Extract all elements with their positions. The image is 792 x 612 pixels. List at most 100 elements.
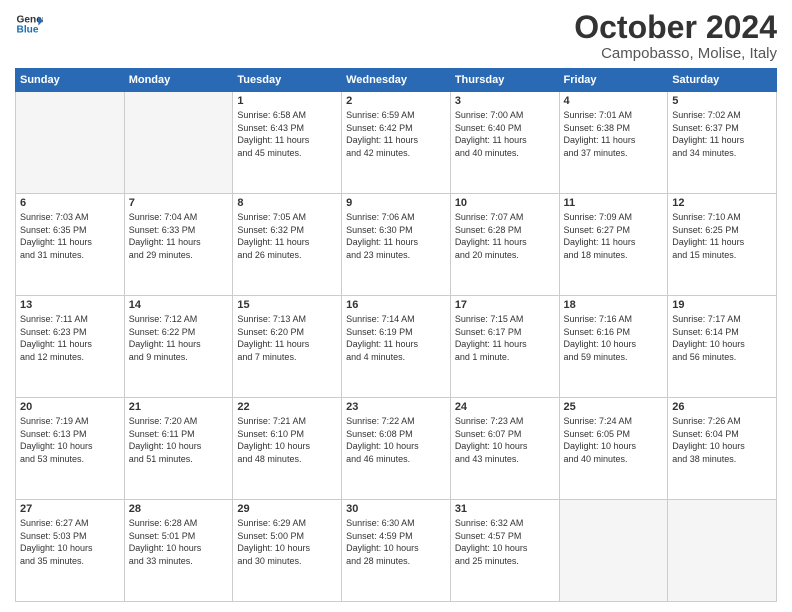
week-row-4: 27Sunrise: 6:27 AMSunset: 5:03 PMDayligh…	[16, 500, 777, 602]
day-number: 30	[346, 503, 446, 515]
day-cell: 12 Sunrise: 7:10 AMSunset: 6:25 PMDayligh…	[668, 194, 777, 296]
day-cell: 26 Sunrise: 7:26 AMSunset: 6:04 PMDayligh…	[668, 398, 777, 500]
day-info: Sunrise: 7:04 AMSunset: 6:33 PMDaylight:…	[129, 211, 229, 261]
day-info: Sunrise: 7:26 AMSunset: 6:04 PMDaylight:…	[672, 415, 772, 465]
calendar-table: Sunday Monday Tuesday Wednesday Thursday…	[15, 68, 777, 602]
title-area: October 2024 Campobasso, Molise, Italy	[574, 10, 777, 62]
day-number: 7	[129, 197, 229, 209]
day-number: 21	[129, 401, 229, 413]
day-info: Sunrise: 7:05 AMSunset: 6:32 PMDaylight:…	[237, 211, 337, 261]
day-cell: 5 Sunrise: 7:02 AMSunset: 6:37 PMDaylight…	[668, 92, 777, 194]
day-info: Sunrise: 7:19 AMSunset: 6:13 PMDaylight:…	[20, 415, 120, 465]
day-info: Sunrise: 7:11 AMSunset: 6:23 PMDaylight:…	[20, 313, 120, 363]
day-cell: 31 Sunrise: 6:32 AMSunset: 4:57 PMDayligh…	[450, 500, 559, 602]
day-number: 20	[20, 401, 120, 413]
day-number: 22	[237, 401, 337, 413]
day-cell: 19 Sunrise: 7:17 AMSunset: 6:14 PMDayligh…	[668, 296, 777, 398]
header: General Blue October 2024 Campobasso, Mo…	[15, 10, 777, 62]
svg-text:Blue: Blue	[17, 25, 39, 36]
col-tuesday: Tuesday	[233, 69, 342, 92]
day-info: Sunrise: 6:28 AMSunset: 5:01 PMDaylight:…	[129, 517, 229, 567]
location: Campobasso, Molise, Italy	[574, 45, 777, 62]
day-number: 6	[20, 197, 120, 209]
day-number: 10	[455, 197, 555, 209]
day-cell: 27Sunrise: 6:27 AMSunset: 5:03 PMDayligh…	[16, 500, 125, 602]
day-number: 14	[129, 299, 229, 311]
day-cell: 2Sunrise: 6:59 AMSunset: 6:42 PMDaylight…	[342, 92, 451, 194]
day-number: 5	[672, 95, 772, 107]
day-info: Sunrise: 7:13 AMSunset: 6:20 PMDaylight:…	[237, 313, 337, 363]
day-info: Sunrise: 7:00 AMSunset: 6:40 PMDaylight:…	[455, 109, 555, 159]
day-cell	[668, 500, 777, 602]
col-sunday: Sunday	[16, 69, 125, 92]
day-info: Sunrise: 7:15 AMSunset: 6:17 PMDaylight:…	[455, 313, 555, 363]
day-number: 11	[564, 197, 664, 209]
day-cell	[16, 92, 125, 194]
day-number: 28	[129, 503, 229, 515]
day-cell: 10 Sunrise: 7:07 AMSunset: 6:28 PMDayligh…	[450, 194, 559, 296]
col-thursday: Thursday	[450, 69, 559, 92]
day-info: Sunrise: 7:21 AMSunset: 6:10 PMDaylight:…	[237, 415, 337, 465]
day-cell: 18 Sunrise: 7:16 AMSunset: 6:16 PMDayligh…	[559, 296, 668, 398]
day-info: Sunrise: 7:14 AMSunset: 6:19 PMDaylight:…	[346, 313, 446, 363]
day-cell: 4Sunrise: 7:01 AMSunset: 6:38 PMDaylight…	[559, 92, 668, 194]
day-info: Sunrise: 7:02 AMSunset: 6:37 PMDaylight:…	[672, 109, 772, 159]
day-number: 16	[346, 299, 446, 311]
day-cell: 11 Sunrise: 7:09 AMSunset: 6:27 PMDayligh…	[559, 194, 668, 296]
day-cell: 13 Sunrise: 7:11 AMSunset: 6:23 PMDayligh…	[16, 296, 125, 398]
day-number: 3	[455, 95, 555, 107]
day-cell: 23Sunrise: 7:22 AMSunset: 6:08 PMDayligh…	[342, 398, 451, 500]
day-info: Sunrise: 7:16 AMSunset: 6:16 PMDaylight:…	[564, 313, 664, 363]
day-cell: 22 Sunrise: 7:21 AMSunset: 6:10 PMDayligh…	[233, 398, 342, 500]
day-info: Sunrise: 7:09 AMSunset: 6:27 PMDaylight:…	[564, 211, 664, 261]
day-cell: 16 Sunrise: 7:14 AMSunset: 6:19 PMDayligh…	[342, 296, 451, 398]
day-number: 26	[672, 401, 772, 413]
day-cell: 14 Sunrise: 7:12 AMSunset: 6:22 PMDayligh…	[124, 296, 233, 398]
day-info: Sunrise: 6:32 AMSunset: 4:57 PMDaylight:…	[455, 517, 555, 567]
logo-icon: General Blue	[15, 10, 43, 38]
weekday-header-row: Sunday Monday Tuesday Wednesday Thursday…	[16, 69, 777, 92]
day-info: Sunrise: 6:29 AMSunset: 5:00 PMDaylight:…	[237, 517, 337, 567]
day-number: 8	[237, 197, 337, 209]
day-number: 4	[564, 95, 664, 107]
day-cell: 15Sunrise: 7:13 AMSunset: 6:20 PMDayligh…	[233, 296, 342, 398]
day-number: 18	[564, 299, 664, 311]
day-cell: 1 Sunrise: 6:58 AMSunset: 6:43 PMDaylight…	[233, 92, 342, 194]
week-row-2: 13 Sunrise: 7:11 AMSunset: 6:23 PMDayligh…	[16, 296, 777, 398]
week-row-0: 1 Sunrise: 6:58 AMSunset: 6:43 PMDaylight…	[16, 92, 777, 194]
day-cell	[559, 500, 668, 602]
day-cell: 29 Sunrise: 6:29 AMSunset: 5:00 PMDayligh…	[233, 500, 342, 602]
logo: General Blue	[15, 10, 43, 38]
day-number: 29	[237, 503, 337, 515]
day-number: 27	[20, 503, 120, 515]
day-info: Sunrise: 7:12 AMSunset: 6:22 PMDaylight:…	[129, 313, 229, 363]
day-cell: 8 Sunrise: 7:05 AMSunset: 6:32 PMDaylight…	[233, 194, 342, 296]
day-number: 19	[672, 299, 772, 311]
day-number: 17	[455, 299, 555, 311]
day-number: 13	[20, 299, 120, 311]
day-info: Sunrise: 7:17 AMSunset: 6:14 PMDaylight:…	[672, 313, 772, 363]
day-number: 12	[672, 197, 772, 209]
day-cell: 30Sunrise: 6:30 AMSunset: 4:59 PMDayligh…	[342, 500, 451, 602]
day-number: 31	[455, 503, 555, 515]
day-info: Sunrise: 6:59 AMSunset: 6:42 PMDaylight:…	[346, 109, 446, 159]
day-cell: 28 Sunrise: 6:28 AMSunset: 5:01 PMDayligh…	[124, 500, 233, 602]
day-info: Sunrise: 7:20 AMSunset: 6:11 PMDaylight:…	[129, 415, 229, 465]
day-number: 1	[237, 95, 337, 107]
day-info: Sunrise: 7:07 AMSunset: 6:28 PMDaylight:…	[455, 211, 555, 261]
day-cell: 17 Sunrise: 7:15 AMSunset: 6:17 PMDayligh…	[450, 296, 559, 398]
day-cell: 7 Sunrise: 7:04 AMSunset: 6:33 PMDaylight…	[124, 194, 233, 296]
day-number: 24	[455, 401, 555, 413]
day-info: Sunrise: 6:58 AMSunset: 6:43 PMDaylight:…	[237, 109, 337, 159]
day-cell: 24 Sunrise: 7:23 AMSunset: 6:07 PMDayligh…	[450, 398, 559, 500]
col-saturday: Saturday	[668, 69, 777, 92]
calendar-page: General Blue October 2024 Campobasso, Mo…	[0, 0, 792, 612]
day-info: Sunrise: 7:24 AMSunset: 6:05 PMDaylight:…	[564, 415, 664, 465]
day-info: Sunrise: 7:22 AMSunset: 6:08 PMDaylight:…	[346, 415, 446, 465]
day-cell: 3 Sunrise: 7:00 AMSunset: 6:40 PMDaylight…	[450, 92, 559, 194]
day-cell: 25 Sunrise: 7:24 AMSunset: 6:05 PMDayligh…	[559, 398, 668, 500]
day-number: 25	[564, 401, 664, 413]
day-cell: 21 Sunrise: 7:20 AMSunset: 6:11 PMDayligh…	[124, 398, 233, 500]
day-info: Sunrise: 7:10 AMSunset: 6:25 PMDaylight:…	[672, 211, 772, 261]
day-info: Sunrise: 7:23 AMSunset: 6:07 PMDaylight:…	[455, 415, 555, 465]
